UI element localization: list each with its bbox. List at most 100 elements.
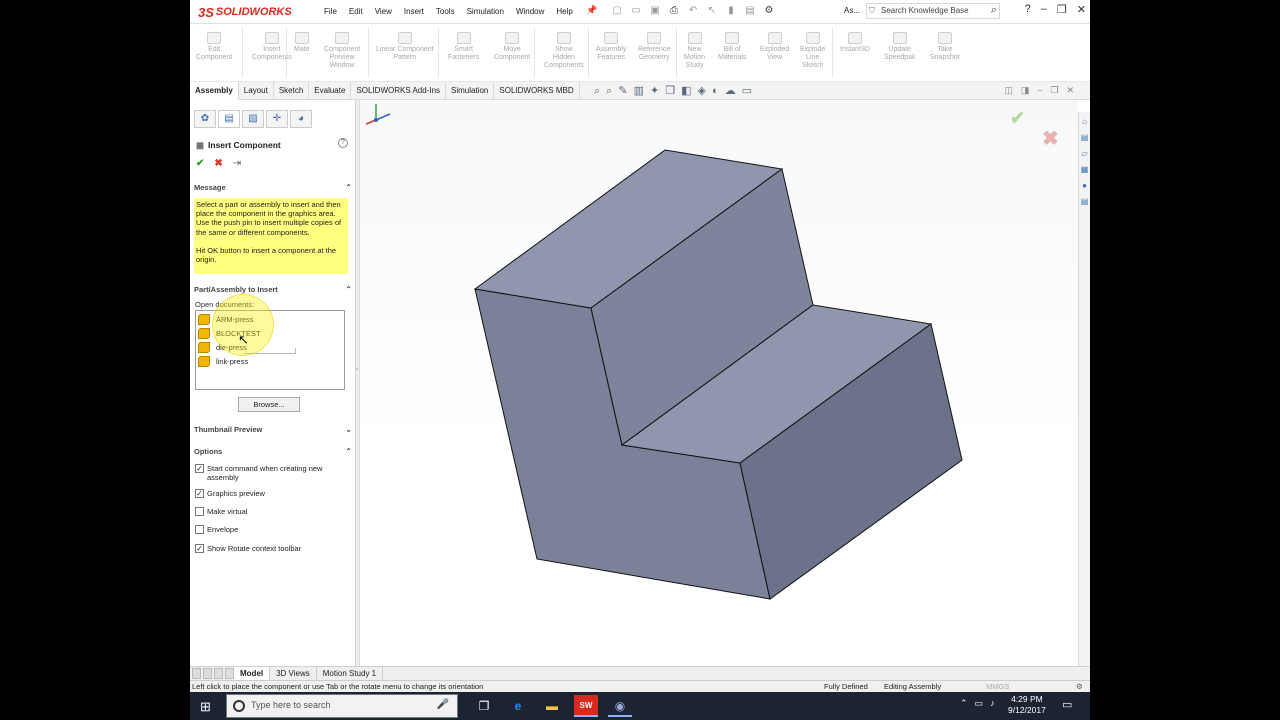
- command-button[interactable]: Instant3D: [840, 32, 870, 54]
- task-view-icon[interactable]: ❐: [472, 695, 496, 717]
- zoom-to-fit-icon[interactable]: ⌕: [594, 85, 600, 97]
- section-view-icon[interactable]: ▥: [634, 85, 644, 97]
- solidworks-taskbar-icon[interactable]: SW: [574, 695, 598, 717]
- checkbox[interactable]: ✓: [195, 489, 204, 498]
- feature-manager-tab-icon[interactable]: ✿: [194, 110, 216, 128]
- design-library-icon[interactable]: ▤: [1079, 132, 1090, 144]
- appearances-icon[interactable]: ●: [1079, 180, 1090, 192]
- select-icon[interactable]: ↖: [705, 4, 719, 18]
- knowledge-base-search[interactable]: ⛉ Search Knowledge Base ⌕: [866, 3, 1000, 19]
- apply-scene-icon[interactable]: ☁: [725, 85, 736, 97]
- menu-insert[interactable]: Insert: [398, 5, 430, 19]
- graphics-tile-icon[interactable]: ◫: [1004, 85, 1013, 96]
- command-button[interactable]: Component Preview Window: [324, 32, 360, 70]
- browse-button[interactable]: Browse...: [238, 397, 300, 412]
- status-settings-icon[interactable]: ⚙: [1076, 681, 1083, 692]
- list-item[interactable]: ARM-press: [198, 312, 254, 326]
- confirmation-ok-check-icon[interactable]: ✔: [1010, 108, 1025, 129]
- command-button[interactable]: Mate: [294, 32, 310, 54]
- tab-3d-views[interactable]: 3D Views: [270, 667, 317, 680]
- recorder-app-icon[interactable]: ◉: [608, 695, 632, 717]
- property-manager-tab-icon[interactable]: ▤: [218, 110, 240, 128]
- minimize-icon[interactable]: –: [1041, 3, 1047, 16]
- keep-visible-pushpin-icon[interactable]: ⇥: [233, 158, 241, 169]
- print-icon[interactable]: ⎙: [667, 4, 681, 18]
- last-tab-arrow-icon[interactable]: [225, 668, 234, 679]
- option-make-virtual[interactable]: Make virtual: [195, 507, 247, 516]
- menu-window[interactable]: Window: [510, 5, 550, 19]
- model-viewport[interactable]: [360, 100, 1078, 666]
- command-button[interactable]: Show Hidden Components: [544, 32, 584, 70]
- checkbox[interactable]: [195, 525, 204, 534]
- option-envelope[interactable]: Envelope: [195, 525, 238, 534]
- graphics-split-icon[interactable]: ◨: [1021, 85, 1030, 96]
- graphics-close-icon[interactable]: ✕: [1066, 85, 1074, 96]
- save-icon[interactable]: ▣: [648, 4, 662, 18]
- option-start-command[interactable]: ✓ Start command when creating new assemb…: [195, 464, 345, 482]
- view-palette-icon[interactable]: ▦: [1079, 164, 1090, 176]
- command-button[interactable]: Assembly Features: [596, 32, 626, 62]
- microphone-icon[interactable]: 🎤: [437, 699, 449, 710]
- network-icon[interactable]: ▭: [975, 698, 984, 709]
- command-button[interactable]: Reference Geometry: [638, 32, 670, 62]
- undo-icon[interactable]: ↶: [686, 4, 700, 18]
- graphics-minimize-icon[interactable]: –: [1037, 85, 1042, 96]
- home-icon[interactable]: ⌂: [1079, 116, 1090, 128]
- file-properties-icon[interactable]: ▤: [743, 4, 757, 18]
- tray-chevron-up-icon[interactable]: ⌃: [960, 698, 968, 709]
- menu-simulation[interactable]: Simulation: [461, 5, 510, 19]
- ok-check-icon[interactable]: ✔: [196, 158, 204, 169]
- system-clock[interactable]: 4:29 PM 9/12/2017: [1008, 694, 1046, 716]
- command-button[interactable]: New Motion Study: [684, 32, 705, 70]
- view-orientation-icon[interactable]: ❒: [665, 85, 675, 97]
- tab-mbd[interactable]: SOLIDWORKS MBD: [494, 82, 580, 100]
- restore-icon[interactable]: ❐: [1057, 3, 1067, 16]
- command-button[interactable]: Move Component: [494, 32, 530, 62]
- help-icon[interactable]: ?: [1025, 3, 1031, 16]
- tab-assembly[interactable]: Assembly: [190, 82, 239, 100]
- option-graphics-preview[interactable]: ✓ Graphics preview: [195, 489, 265, 498]
- tab-model[interactable]: Model: [234, 667, 271, 680]
- menu-file[interactable]: File: [318, 5, 343, 19]
- menu-view[interactable]: View: [369, 5, 398, 19]
- checkbox[interactable]: ✓: [195, 464, 204, 473]
- dynamic-annotation-icon[interactable]: ✦: [650, 85, 659, 97]
- command-button[interactable]: Linear Component Pattern: [376, 32, 434, 62]
- display-style-icon[interactable]: ◧: [681, 85, 691, 97]
- previous-view-icon[interactable]: ✎: [618, 85, 627, 97]
- command-button[interactable]: Smart Fasteners: [448, 32, 479, 62]
- new-icon[interactable]: ▢: [610, 4, 624, 18]
- tab-layout[interactable]: Layout: [239, 82, 274, 100]
- command-button[interactable]: Exploded View: [760, 32, 789, 62]
- dimxpert-manager-tab-icon[interactable]: ✛: [266, 110, 288, 128]
- command-button[interactable]: Take Snapshot: [930, 32, 960, 62]
- list-item[interactable]: BLOCKTEST: [198, 326, 261, 340]
- menu-pin-icon[interactable]: 📌: [586, 5, 597, 16]
- tab-simulation[interactable]: Simulation: [446, 82, 495, 100]
- checkbox[interactable]: [195, 507, 204, 516]
- volume-icon[interactable]: ♪: [990, 698, 995, 709]
- configuration-manager-tab-icon[interactable]: ▧: [242, 110, 264, 128]
- tab-motion-study-1[interactable]: Motion Study 1: [317, 667, 384, 680]
- list-item[interactable]: link-press: [198, 354, 248, 368]
- command-button[interactable]: Bill of Materials: [718, 32, 746, 62]
- prev-tab-arrow-icon[interactable]: [203, 668, 212, 679]
- graphics-restore-icon[interactable]: ❐: [1050, 85, 1058, 96]
- options-gear-icon[interactable]: ⚙: [762, 4, 776, 18]
- rebuild-icon[interactable]: ▮: [724, 4, 738, 18]
- tab-addins[interactable]: SOLIDWORKS Add-Ins: [351, 82, 447, 100]
- menu-tools[interactable]: Tools: [430, 5, 461, 19]
- edit-appearance-icon[interactable]: ◐: [712, 85, 719, 97]
- open-icon[interactable]: ▭: [629, 4, 643, 18]
- menu-edit[interactable]: Edit: [343, 5, 369, 19]
- hide-show-items-icon[interactable]: ◈: [697, 85, 705, 97]
- part-assembly-section-header[interactable]: Part/Assembly to Insert ⌃: [194, 284, 354, 296]
- taskbar-search-box[interactable]: Type here to search 🎤: [226, 694, 458, 718]
- command-button[interactable]: Update Speedpak: [884, 32, 916, 62]
- status-units[interactable]: MMGS: [986, 681, 1009, 692]
- confirmation-cancel-x-icon[interactable]: ✖: [1042, 126, 1059, 151]
- windows-start-icon[interactable]: ⊞: [200, 699, 211, 715]
- search-icon[interactable]: ⌕: [991, 3, 997, 17]
- display-manager-tab-icon[interactable]: ◕: [290, 110, 312, 128]
- file-explorer-icon[interactable]: ▱: [1079, 148, 1090, 160]
